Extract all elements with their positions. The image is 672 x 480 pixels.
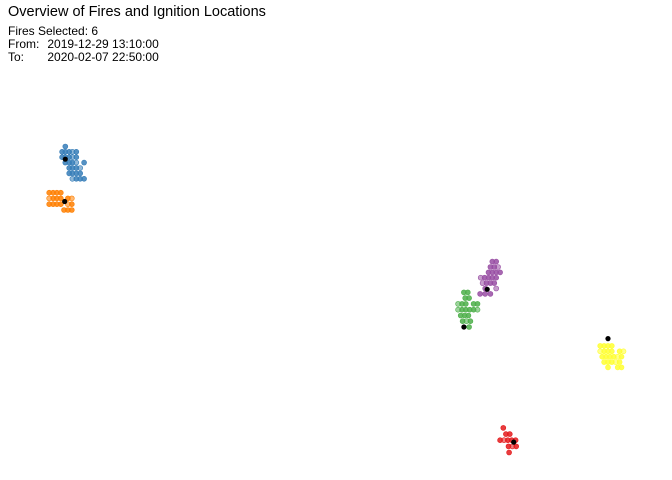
fire-point [465,312,472,319]
fire-point [73,149,80,155]
fire-point [77,170,83,177]
fire-cluster-1 [59,143,87,182]
fire-point [57,189,64,196]
fire-point [466,295,472,301]
fire-point [62,143,69,150]
fire-scatter-plot [46,143,627,456]
fire-point [608,348,615,355]
fire-point [69,207,75,213]
fire-point [464,289,471,296]
ignition-point-5 [605,336,611,342]
fire-point [474,306,481,313]
fire-point [487,291,494,297]
fire-cluster-4 [455,289,481,330]
fire-point [491,280,498,286]
fire-cluster-5 [597,343,627,371]
ignition-point-6 [511,439,517,445]
ignition-point-1 [62,156,68,162]
fire-point [462,301,469,307]
fire-point [618,353,625,360]
fire-point [493,258,500,265]
fire-point [608,343,615,349]
fire-point [620,348,627,355]
fire-point [477,291,483,297]
fire-point [493,274,500,281]
fire-point [467,318,474,325]
fire-point [466,324,472,330]
fire-cluster-2 [46,189,75,213]
fire-point [500,425,507,431]
fire-point [474,301,481,307]
fire-point [495,264,501,270]
fire-point [493,285,500,292]
fire-point [618,364,625,371]
fire-point [482,291,489,297]
fire-point [81,159,87,166]
fire-point [73,154,80,160]
fire-point [497,269,503,276]
fire-point [81,176,87,182]
fire-point [513,443,520,450]
fire-cluster-6 [497,425,520,456]
fire-point [69,195,75,202]
ignition-point-3 [484,286,490,292]
fire-cluster-3 [477,258,503,297]
fire-point [73,159,80,166]
fire-point [506,449,512,456]
fire-point [69,201,75,207]
ignition-point-4 [461,324,467,330]
ignition-point-2 [62,198,68,205]
fire-point [605,364,611,371]
fire-point [506,431,513,437]
fire-point [616,359,623,365]
fire-point [77,165,83,171]
